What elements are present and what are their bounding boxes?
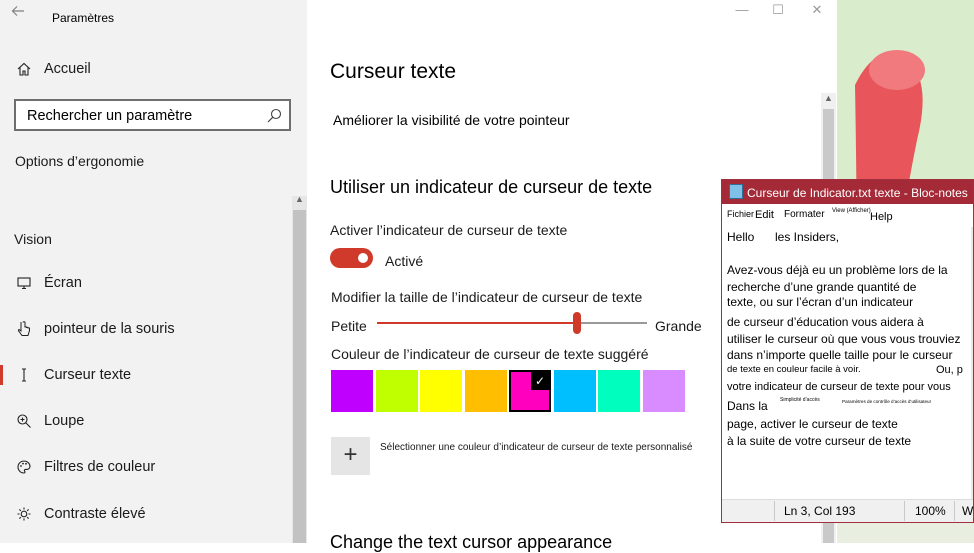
app-title: Paramètres xyxy=(52,11,115,25)
cursor-indicator-toggle[interactable] xyxy=(330,248,373,268)
search-placeholder: Rechercher un paramètre xyxy=(27,108,193,124)
toggle-state: Activé xyxy=(385,253,424,269)
color-label: Couleur de l’indicateur de curseur de te… xyxy=(331,346,649,362)
menu-file[interactable]: Fichier xyxy=(727,209,754,219)
color-swatch[interactable] xyxy=(420,370,462,412)
menu-format[interactable]: Formater xyxy=(784,209,825,220)
sidebar-item-ecran[interactable]: Écran xyxy=(0,264,290,302)
color-swatch[interactable]: ✓ xyxy=(509,370,551,412)
text-line: Dans la xyxy=(727,399,768,413)
section-heading: Utiliser un indicateur de curseur de tex… xyxy=(330,177,653,197)
size-slider-fill xyxy=(377,322,577,324)
nav-home-label: Accueil xyxy=(44,61,91,77)
sidebar-scrollbar-thumb[interactable] xyxy=(293,210,306,543)
notepad-window: Curseur de Indicator.txt texte - Bloc-no… xyxy=(721,179,974,523)
text-line: de curseur d’éducation vous aidera à xyxy=(727,315,924,329)
notepad-titlebar[interactable]: Curseur de Indicator.txt texte - Bloc-no… xyxy=(722,180,973,204)
sidebar-item-label: Filtres de couleur xyxy=(44,459,156,475)
back-arrow-icon[interactable] xyxy=(10,3,28,21)
text-line: utiliser le curseur où que vous vous tro… xyxy=(727,332,961,346)
custom-color-label: Sélectionner une couleur d’indicateur de… xyxy=(380,442,693,453)
status-position: Ln 3, Col 193 xyxy=(784,504,856,518)
menu-view[interactable]: View (Afficher) xyxy=(832,208,871,214)
menu-help[interactable]: Help xyxy=(870,211,893,223)
text-line: texte, ou sur l’écran d’un indicateur xyxy=(727,295,914,309)
scroll-up-icon[interactable]: ▲ xyxy=(292,194,307,208)
sidebar-item-filtres[interactable]: Filtres de couleur xyxy=(0,448,290,486)
palette-icon xyxy=(14,457,34,477)
monitor-icon xyxy=(14,273,34,293)
sidebar-item-label: Écran xyxy=(44,275,82,291)
color-swatch[interactable] xyxy=(642,370,685,412)
text-line: votre indicateur de curseur de texte pou… xyxy=(727,381,951,393)
size-label: Modifier la taille de l’indicateur de cu… xyxy=(331,289,643,305)
sidebar-item-label: Curseur texte xyxy=(44,367,132,383)
text-line: à la suite de votre curseur de texte xyxy=(727,434,912,448)
color-swatch[interactable] xyxy=(375,370,418,412)
text-line: Paramètres de contrôle d’accès d’utilisa… xyxy=(842,399,932,404)
text-line: Avez-vous déjà eu un problème lors de la xyxy=(727,263,948,277)
color-swatch[interactable] xyxy=(553,370,596,412)
page-subtitle: Améliorer la visibilité de votre pointeu… xyxy=(333,112,570,128)
text-line: Ou, p xyxy=(936,364,963,376)
text-line: recherche d’une grande quantité de xyxy=(727,280,917,294)
text-line: de texte en couleur facile à voir. xyxy=(727,364,861,375)
mouse-pointer-icon xyxy=(14,319,34,339)
sidebar-item-loupe[interactable]: Loupe xyxy=(0,402,290,440)
home-icon xyxy=(14,59,34,79)
notepad-title: Curseur de Indicator.txt texte - Bloc-no… xyxy=(747,186,968,200)
status-divider xyxy=(954,501,955,521)
menu-edit[interactable]: Edit xyxy=(755,209,774,221)
notepad-statusbar: Ln 3, Col 193 100% W xyxy=(722,499,973,522)
magnifier-icon xyxy=(14,411,34,431)
size-min-label: Petite xyxy=(331,318,367,334)
notepad-icon xyxy=(729,184,743,199)
search-icon[interactable] xyxy=(265,107,283,125)
nav-home[interactable]: Accueil xyxy=(0,50,290,88)
minimize-icon[interactable]: — xyxy=(722,2,762,22)
size-slider-thumb[interactable] xyxy=(573,312,581,334)
text-line: page, activer le curseur de texte xyxy=(727,417,898,431)
toggle-knob xyxy=(358,253,368,263)
section-vision: Vision xyxy=(14,231,52,247)
search-input[interactable]: Rechercher un paramètre xyxy=(14,99,291,131)
sidebar-item-label: Loupe xyxy=(44,413,85,429)
text-line: Hello xyxy=(727,230,755,244)
text-cursor-icon xyxy=(14,365,34,385)
notepad-menubar: Fichier Edit Formater View (Afficher) He… xyxy=(722,204,973,227)
status-divider xyxy=(904,501,905,521)
notepad-scrollbar[interactable] xyxy=(971,227,973,501)
toggle-label: Activer l’indicateur de curseur de texte xyxy=(330,222,568,238)
sidebar-item-contraste[interactable]: Contraste élevé xyxy=(0,495,290,533)
text-line: les Insiders, xyxy=(775,230,840,244)
status-zoom: 100% xyxy=(915,504,946,518)
text-line: Simplicité d’accès xyxy=(780,397,820,403)
add-custom-color-button[interactable]: + xyxy=(331,437,370,475)
sidebar-item-curseur-texte[interactable]: Curseur texte xyxy=(0,356,290,394)
color-swatch[interactable] xyxy=(598,370,640,412)
section-ergonomics: Options d’ergonomie xyxy=(15,153,145,169)
close-icon[interactable]: ✕ xyxy=(797,2,837,22)
brightness-icon xyxy=(14,504,34,524)
status-divider xyxy=(774,501,775,521)
maximize-icon[interactable]: ☐ xyxy=(758,2,798,22)
scroll-up-icon[interactable]: ▲ xyxy=(821,93,836,107)
checkmark-icon: ✓ xyxy=(531,372,549,390)
color-swatch[interactable] xyxy=(331,370,373,412)
page-title: Curseur texte xyxy=(330,60,457,83)
size-max-label: Grande xyxy=(655,318,702,334)
sidebar-item-label: Contraste élevé xyxy=(44,506,146,522)
text-line: dans n’importe quelle taille pour le cur… xyxy=(727,348,953,362)
sidebar-item-label: pointeur de la souris xyxy=(44,321,175,337)
status-encoding: W xyxy=(962,504,974,518)
sidebar-item-pointeur[interactable]: pointeur de la souris xyxy=(0,310,290,348)
color-swatch[interactable] xyxy=(464,370,507,412)
